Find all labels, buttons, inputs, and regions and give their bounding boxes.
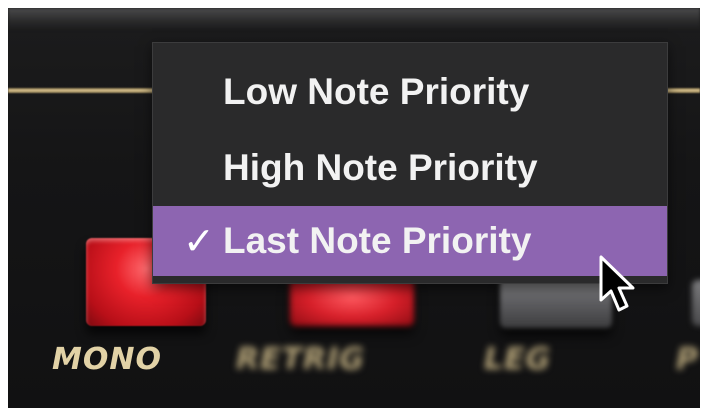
menu-item-label: Last Note Priority xyxy=(223,220,532,261)
partial-label: P xyxy=(676,342,699,377)
menu-item-low-note-priority[interactable]: Low Note Priority xyxy=(153,55,667,129)
partial-button[interactable] xyxy=(692,280,700,326)
check-icon: ✓ xyxy=(183,219,215,263)
screenshot-frame: MONO RETRIG LEG P Low Note Priority High… xyxy=(0,0,702,414)
leg-button[interactable] xyxy=(500,278,612,328)
mono-label: MONO xyxy=(52,342,162,377)
retrig-button[interactable] xyxy=(290,278,414,326)
retrig-label: RETRIG xyxy=(236,342,365,377)
menu-item-high-note-priority[interactable]: High Note Priority xyxy=(153,131,667,205)
menu-item-last-note-priority[interactable]: ✓ Last Note Priority xyxy=(153,206,667,276)
menu-item-label: High Note Priority xyxy=(223,147,538,188)
note-priority-menu: Low Note Priority High Note Priority ✓ L… xyxy=(152,42,668,284)
mouse-pointer-icon xyxy=(599,255,635,312)
top-trim xyxy=(8,8,700,30)
menu-item-label: Low Note Priority xyxy=(223,71,530,112)
leg-label: LEG xyxy=(484,342,552,377)
